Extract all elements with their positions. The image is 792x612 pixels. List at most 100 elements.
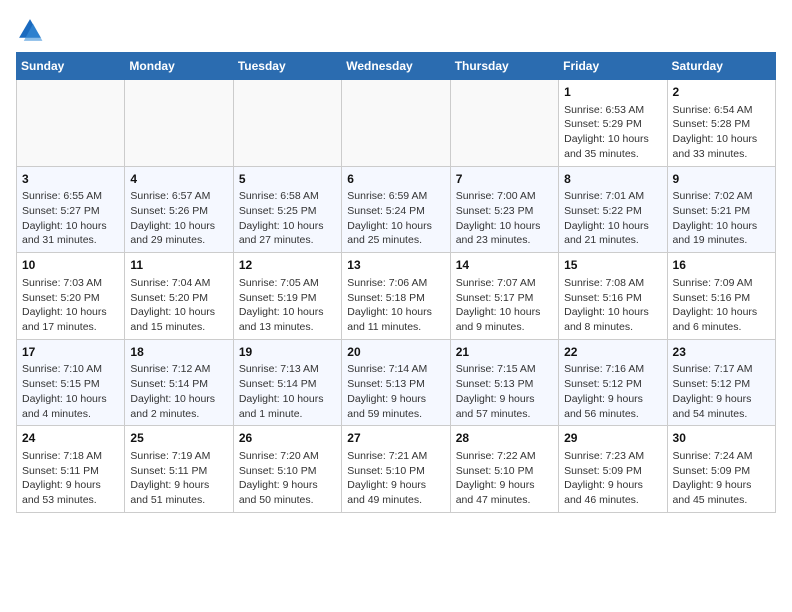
day-number: 5 — [239, 171, 336, 188]
day-info: Sunrise: 7:06 AM Sunset: 5:18 PM Dayligh… — [347, 276, 444, 335]
day-info: Sunrise: 7:02 AM Sunset: 5:21 PM Dayligh… — [673, 189, 770, 248]
weekday-header-wednesday: Wednesday — [342, 53, 450, 80]
day-number: 3 — [22, 171, 119, 188]
day-info: Sunrise: 6:58 AM Sunset: 5:25 PM Dayligh… — [239, 189, 336, 248]
day-number: 6 — [347, 171, 444, 188]
day-info: Sunrise: 6:57 AM Sunset: 5:26 PM Dayligh… — [130, 189, 227, 248]
day-number: 11 — [130, 257, 227, 274]
calendar-cell: 29 Sunrise: 7:23 AM Sunset: 5:09 PM Dayli… — [559, 426, 667, 513]
day-info: Sunrise: 7:00 AM Sunset: 5:23 PM Dayligh… — [456, 189, 553, 248]
day-number: 24 — [22, 430, 119, 447]
day-number: 20 — [347, 344, 444, 361]
day-info: Sunrise: 6:53 AM Sunset: 5:29 PM Dayligh… — [564, 103, 661, 162]
day-info: Sunrise: 7:13 AM Sunset: 5:14 PM Dayligh… — [239, 362, 336, 421]
day-info: Sunrise: 7:19 AM Sunset: 5:11 PM Dayligh… — [130, 449, 227, 508]
calendar-cell: 15 Sunrise: 7:08 AM Sunset: 5:16 PM Dayli… — [559, 253, 667, 340]
calendar-cell — [450, 80, 558, 167]
day-info: Sunrise: 7:09 AM Sunset: 5:16 PM Dayligh… — [673, 276, 770, 335]
day-info: Sunrise: 7:23 AM Sunset: 5:09 PM Dayligh… — [564, 449, 661, 508]
calendar-cell: 5Sunrise: 6:58 AM Sunset: 5:25 PM Daylig… — [233, 166, 341, 253]
calendar-cell: 18Sunrise: 7:12 AM Sunset: 5:14 PM Dayli… — [125, 339, 233, 426]
calendar-cell: 16 Sunrise: 7:09 AM Sunset: 5:16 PM Dayli… — [667, 253, 775, 340]
calendar-cell: 7Sunrise: 7:00 AM Sunset: 5:23 PM Daylig… — [450, 166, 558, 253]
day-number: 4 — [130, 171, 227, 188]
day-info: Sunrise: 7:04 AM Sunset: 5:20 PM Dayligh… — [130, 276, 227, 335]
day-number: 7 — [456, 171, 553, 188]
weekday-header-thursday: Thursday — [450, 53, 558, 80]
day-number: 19 — [239, 344, 336, 361]
day-number: 15 — [564, 257, 661, 274]
weekday-header-sunday: Sunday — [17, 53, 125, 80]
calendar-cell: 23Sunrise: 7:17 AM Sunset: 5:12 PM Dayli… — [667, 339, 775, 426]
weekday-header-saturday: Saturday — [667, 53, 775, 80]
day-number: 12 — [239, 257, 336, 274]
logo — [16, 16, 48, 44]
day-info: Sunrise: 6:59 AM Sunset: 5:24 PM Dayligh… — [347, 189, 444, 248]
day-info: Sunrise: 7:21 AM Sunset: 5:10 PM Dayligh… — [347, 449, 444, 508]
calendar-cell: 3Sunrise: 6:55 AM Sunset: 5:27 PM Daylig… — [17, 166, 125, 253]
day-info: Sunrise: 7:20 AM Sunset: 5:10 PM Dayligh… — [239, 449, 336, 508]
day-number: 27 — [347, 430, 444, 447]
day-info: Sunrise: 7:16 AM Sunset: 5:12 PM Dayligh… — [564, 362, 661, 421]
day-number: 2 — [673, 84, 770, 101]
calendar-cell: 14 Sunrise: 7:07 AM Sunset: 5:17 PM Dayli… — [450, 253, 558, 340]
day-info: Sunrise: 7:08 AM Sunset: 5:16 PM Dayligh… — [564, 276, 661, 335]
day-info: Sunrise: 7:22 AM Sunset: 5:10 PM Dayligh… — [456, 449, 553, 508]
day-info: Sunrise: 7:15 AM Sunset: 5:13 PM Dayligh… — [456, 362, 553, 421]
calendar-cell: 22Sunrise: 7:16 AM Sunset: 5:12 PM Dayli… — [559, 339, 667, 426]
day-number: 29 — [564, 430, 661, 447]
day-number: 26 — [239, 430, 336, 447]
calendar-week-2: 3Sunrise: 6:55 AM Sunset: 5:27 PM Daylig… — [17, 166, 776, 253]
calendar-cell: 26 Sunrise: 7:20 AM Sunset: 5:10 PM Dayli… — [233, 426, 341, 513]
calendar-cell: 9Sunrise: 7:02 AM Sunset: 5:21 PM Daylig… — [667, 166, 775, 253]
day-number: 23 — [673, 344, 770, 361]
day-info: Sunrise: 7:17 AM Sunset: 5:12 PM Dayligh… — [673, 362, 770, 421]
calendar-cell: 20Sunrise: 7:14 AM Sunset: 5:13 PM Dayli… — [342, 339, 450, 426]
calendar-cell: 17Sunrise: 7:10 AM Sunset: 5:15 PM Dayli… — [17, 339, 125, 426]
day-info: Sunrise: 7:07 AM Sunset: 5:17 PM Dayligh… — [456, 276, 553, 335]
calendar-week-1: 1Sunrise: 6:53 AM Sunset: 5:29 PM Daylig… — [17, 80, 776, 167]
calendar-week-4: 17Sunrise: 7:10 AM Sunset: 5:15 PM Dayli… — [17, 339, 776, 426]
calendar-week-3: 10 Sunrise: 7:03 AM Sunset: 5:20 PM Dayli… — [17, 253, 776, 340]
calendar-cell: 1Sunrise: 6:53 AM Sunset: 5:29 PM Daylig… — [559, 80, 667, 167]
weekday-header-tuesday: Tuesday — [233, 53, 341, 80]
day-info: Sunrise: 7:18 AM Sunset: 5:11 PM Dayligh… — [22, 449, 119, 508]
day-info: Sunrise: 7:01 AM Sunset: 5:22 PM Dayligh… — [564, 189, 661, 248]
day-number: 18 — [130, 344, 227, 361]
calendar-cell — [342, 80, 450, 167]
calendar-cell: 6Sunrise: 6:59 AM Sunset: 5:24 PM Daylig… — [342, 166, 450, 253]
day-number: 9 — [673, 171, 770, 188]
calendar-cell — [125, 80, 233, 167]
calendar-cell: 2Sunrise: 6:54 AM Sunset: 5:28 PM Daylig… — [667, 80, 775, 167]
day-info: Sunrise: 7:10 AM Sunset: 5:15 PM Dayligh… — [22, 362, 119, 421]
calendar-table: SundayMondayTuesdayWednesdayThursdayFrid… — [16, 52, 776, 513]
day-info: Sunrise: 7:05 AM Sunset: 5:19 PM Dayligh… — [239, 276, 336, 335]
calendar-week-5: 24 Sunrise: 7:18 AM Sunset: 5:11 PM Dayli… — [17, 426, 776, 513]
day-info: Sunrise: 6:55 AM Sunset: 5:27 PM Dayligh… — [22, 189, 119, 248]
calendar-cell: 19Sunrise: 7:13 AM Sunset: 5:14 PM Dayli… — [233, 339, 341, 426]
calendar-cell: 30 Sunrise: 7:24 AM Sunset: 5:09 PM Dayli… — [667, 426, 775, 513]
day-number: 30 — [673, 430, 770, 447]
calendar-cell: 21Sunrise: 7:15 AM Sunset: 5:13 PM Dayli… — [450, 339, 558, 426]
day-number: 28 — [456, 430, 553, 447]
calendar-cell: 25Sunrise: 7:19 AM Sunset: 5:11 PM Dayli… — [125, 426, 233, 513]
logo-icon — [16, 16, 44, 44]
calendar-cell: 27 Sunrise: 7:21 AM Sunset: 5:10 PM Dayli… — [342, 426, 450, 513]
calendar-cell: 28 Sunrise: 7:22 AM Sunset: 5:10 PM Dayli… — [450, 426, 558, 513]
calendar-cell — [17, 80, 125, 167]
day-number: 10 — [22, 257, 119, 274]
calendar-cell: 11 Sunrise: 7:04 AM Sunset: 5:20 PM Dayli… — [125, 253, 233, 340]
day-info: Sunrise: 7:12 AM Sunset: 5:14 PM Dayligh… — [130, 362, 227, 421]
day-number: 22 — [564, 344, 661, 361]
day-info: Sunrise: 7:03 AM Sunset: 5:20 PM Dayligh… — [22, 276, 119, 335]
calendar-cell: 12 Sunrise: 7:05 AM Sunset: 5:19 PM Dayli… — [233, 253, 341, 340]
calendar-cell — [233, 80, 341, 167]
day-number: 8 — [564, 171, 661, 188]
day-number: 16 — [673, 257, 770, 274]
day-number: 14 — [456, 257, 553, 274]
day-info: Sunrise: 7:24 AM Sunset: 5:09 PM Dayligh… — [673, 449, 770, 508]
weekday-header-friday: Friday — [559, 53, 667, 80]
day-number: 13 — [347, 257, 444, 274]
calendar-cell: 8Sunrise: 7:01 AM Sunset: 5:22 PM Daylig… — [559, 166, 667, 253]
day-number: 17 — [22, 344, 119, 361]
